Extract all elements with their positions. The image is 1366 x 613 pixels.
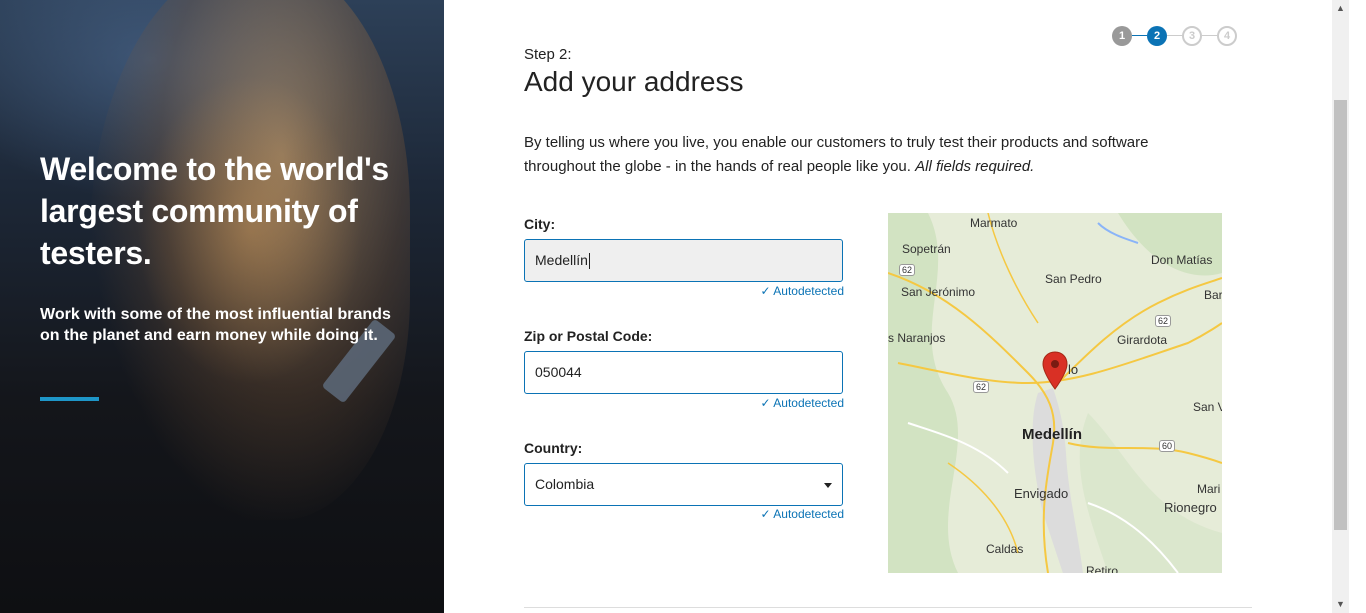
- map-label-naranjos: s Naranjos: [888, 331, 946, 345]
- map-label-bar: Bar: [1204, 288, 1222, 302]
- city-value: Medellín: [535, 252, 588, 268]
- map-pin-icon: [1042, 351, 1068, 390]
- intro-body: By telling us where you live, you enable…: [524, 134, 1149, 175]
- required-note: All fields required.: [915, 158, 1035, 175]
- map-label-envigado: Envigado: [1014, 486, 1069, 501]
- step-4: 4: [1217, 26, 1237, 46]
- city-status: Autodetected: [773, 284, 844, 298]
- section-divider: [524, 607, 1252, 608]
- zip-value: 050044: [535, 364, 582, 380]
- text-cursor: [588, 253, 590, 270]
- intro-text: By telling us where you live, you enable…: [524, 131, 1214, 179]
- map-label-retiro: Retiro: [1086, 564, 1119, 573]
- zip-label: Zip or Postal Code:: [524, 328, 653, 344]
- hero-panel: Welcome to the world's largest community…: [0, 0, 444, 613]
- page-scrollbar[interactable]: ▲ ▼: [1332, 0, 1349, 613]
- map-label-caldas: Caldas: [986, 542, 1024, 556]
- map-label-rionegro: Rionegro: [1164, 500, 1217, 515]
- scroll-thumb[interactable]: [1334, 100, 1347, 530]
- zip-autodetected: ✓ Autodetected: [756, 396, 844, 410]
- city-autodetected: ✓ Autodetected: [756, 284, 844, 298]
- map-label-sopetran: Sopetrán: [902, 242, 951, 256]
- map-label-san-v: San V: [1193, 400, 1222, 414]
- page-title: Add your address: [524, 66, 744, 97]
- route-shield-icon: 60: [1159, 440, 1176, 452]
- step-1: 1: [1112, 26, 1132, 46]
- step-3: 3: [1182, 26, 1202, 46]
- route-shield-icon: 62: [899, 264, 916, 276]
- country-label: Country:: [524, 440, 583, 456]
- map-label-medellin: Medellín: [1022, 426, 1083, 443]
- zip-status: Autodetected: [773, 396, 844, 410]
- check-icon: ✓: [760, 507, 774, 521]
- country-autodetected: ✓ Autodetected: [756, 507, 844, 521]
- map-label-marmato: Marmato: [970, 216, 1018, 230]
- hero-title: Welcome to the world's largest community…: [40, 151, 389, 271]
- hero-subtitle: Work with some of the most influential b…: [40, 306, 391, 344]
- city-input[interactable]: Medellín: [524, 239, 843, 282]
- map-label-don-matias: Don Matías: [1151, 253, 1213, 267]
- location-map[interactable]: Marmato Sopetrán Don Matías San Pedro Sa…: [888, 213, 1222, 573]
- step-connector: [1132, 35, 1147, 36]
- step-connector: [1202, 35, 1217, 36]
- zip-input[interactable]: 050044: [524, 351, 843, 394]
- step-connector: [1167, 35, 1182, 36]
- map-label-girardota: Girardota: [1117, 333, 1168, 347]
- city-label: City:: [524, 216, 556, 232]
- map-label-mari: Mari: [1197, 482, 1221, 496]
- map-label-san-jeronimo: San Jerónimo: [901, 285, 976, 299]
- chevron-down-icon: [824, 483, 832, 488]
- map-label-san-pedro: San Pedro: [1045, 272, 1102, 286]
- country-value: Colombia: [535, 476, 595, 492]
- map-label-bello: lo: [1068, 362, 1079, 377]
- step-indicator: 1 2 3 4: [1112, 26, 1238, 46]
- scroll-up-icon[interactable]: ▲: [1332, 0, 1349, 17]
- hero-accent-rule: [40, 397, 99, 401]
- route-shield-icon: 62: [973, 381, 990, 393]
- country-select[interactable]: Colombia: [524, 463, 843, 506]
- step-2: 2: [1147, 26, 1167, 46]
- country-status: Autodetected: [773, 507, 844, 521]
- scroll-down-icon[interactable]: ▼: [1332, 596, 1349, 613]
- route-shield-icon: 62: [1155, 315, 1172, 327]
- check-icon: ✓: [760, 396, 774, 410]
- map-terrain: [888, 213, 1222, 573]
- step-label: Step 2:: [524, 46, 572, 63]
- check-icon: ✓: [760, 284, 774, 298]
